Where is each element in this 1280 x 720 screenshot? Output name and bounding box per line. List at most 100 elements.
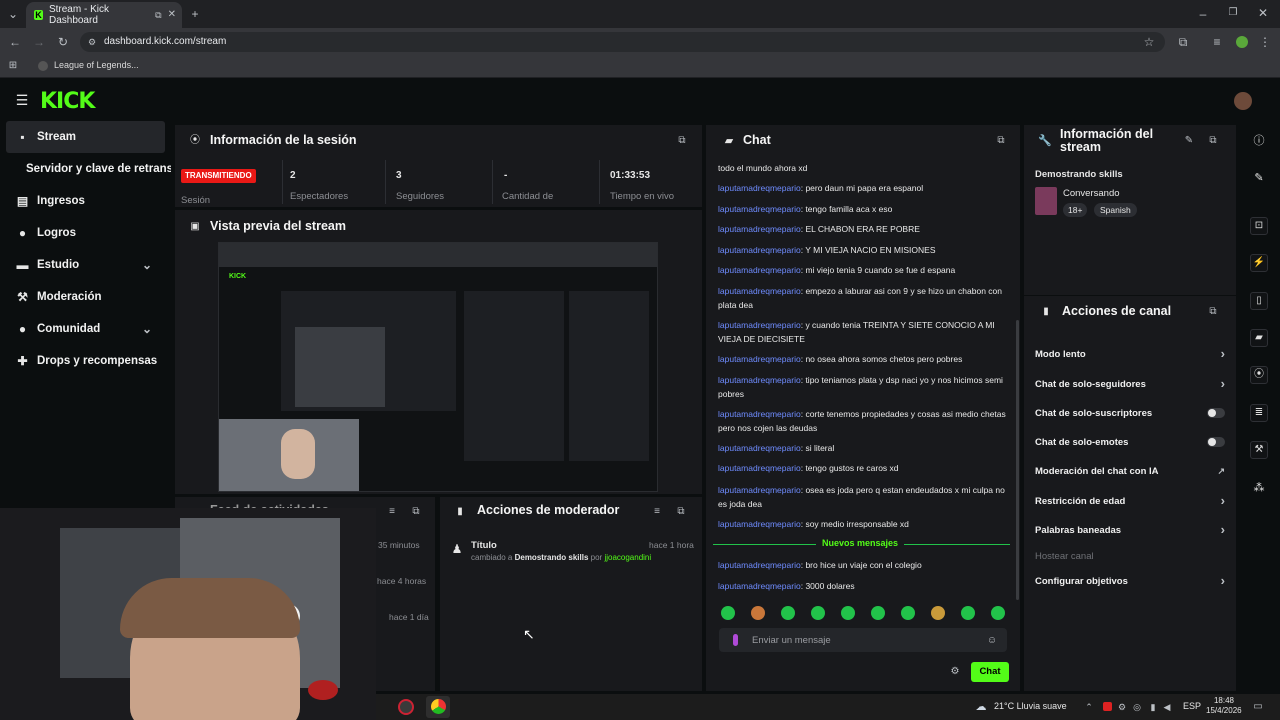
apps-grid-icon[interactable]: ⊞ — [6, 59, 20, 73]
stream-preview-video[interactable]: KICK — [218, 242, 658, 492]
filter-icon[interactable]: ≡ — [651, 505, 663, 519]
emote-icon[interactable] — [751, 606, 765, 620]
action-configurar-objetivos[interactable]: Configurar objetivos › — [1035, 572, 1225, 590]
emote-icon[interactable] — [901, 606, 915, 620]
modaction-time: hace 1 hora — [649, 540, 694, 550]
toggle-switch[interactable] — [1207, 408, 1225, 418]
profile-icon[interactable] — [1236, 36, 1248, 48]
reload-icon[interactable]: ↻ — [56, 35, 70, 49]
lightning-icon[interactable]: ⚡ — [1250, 254, 1268, 272]
sidebar-item-comunidad[interactable]: ● Comunidad ⌄ — [0, 314, 172, 344]
emote-icon[interactable] — [841, 606, 855, 620]
emoji-icon[interactable]: ☺ — [986, 634, 998, 648]
chat-scrollbar[interactable] — [1016, 320, 1019, 600]
action-moderacion-ia[interactable]: Moderación del chat con IA ↗ — [1035, 462, 1225, 480]
emote-icon[interactable] — [931, 606, 945, 620]
divider — [385, 160, 386, 204]
bookmark-star-icon[interactable]: ☆ — [1142, 35, 1156, 49]
language-indicator[interactable]: ESP — [1183, 701, 1201, 711]
kick-logo[interactable]: KICK — [40, 89, 95, 114]
tray-app-icon[interactable] — [1103, 702, 1112, 711]
tab-search-icon[interactable]: ⌄ — [6, 7, 20, 21]
wrench-icon[interactable]: ⚒ — [1250, 441, 1268, 459]
mic-icon[interactable] — [733, 634, 738, 646]
maximize-icon[interactable]: ❐ — [1226, 6, 1240, 20]
bookmark-league[interactable]: League of Legends... — [54, 60, 139, 70]
hamburger-menu-icon[interactable]: ☰ — [14, 93, 30, 107]
action-solo-seguidores[interactable]: Chat de solo-seguidores › — [1035, 375, 1225, 393]
forward-icon[interactable]: → — [32, 35, 46, 49]
tool-button-icon[interactable]: ⊡ — [1250, 217, 1268, 235]
media-icon[interactable]: ≡ — [1210, 35, 1224, 49]
sidebar-item-server-key[interactable]: Servidor y clave de retransmisión — [0, 154, 172, 184]
minimize-icon[interactable]: – — [1196, 7, 1210, 21]
chat-bubble-icon: ▰ — [724, 135, 734, 147]
send-chat-button[interactable]: Chat — [971, 662, 1009, 682]
toggle-switch[interactable] — [1207, 437, 1225, 447]
sidebar-item-estudio[interactable]: ▬ Estudio ⌄ — [0, 250, 172, 280]
sidebar-item-drops[interactable]: ✚ Drops y recompensas — [0, 346, 172, 376]
action-palabras-baneadas[interactable]: Palabras baneadas › — [1035, 521, 1225, 539]
popout-icon[interactable]: ⧉ — [1207, 134, 1219, 148]
chevron-right-icon: › — [1220, 376, 1225, 391]
chrome-icon[interactable] — [431, 699, 446, 714]
emote-icon[interactable] — [991, 606, 1005, 620]
session-title: Información de la sesión — [210, 133, 357, 147]
sidebar-item-logros[interactable]: ● Logros — [0, 218, 172, 248]
user-avatar[interactable] — [1234, 92, 1252, 110]
info-icon[interactable]: ⓘ — [1252, 134, 1266, 148]
close-window-icon[interactable]: ✕ — [1256, 6, 1270, 20]
layers-icon[interactable]: ≣ — [1250, 404, 1268, 422]
browser-tab[interactable]: K Stream - Kick Dashboard ⧉ ✕ — [26, 2, 182, 28]
broadcast-icon[interactable]: ⦿ — [1250, 366, 1268, 384]
nodes-icon[interactable]: ⁂ — [1252, 481, 1266, 495]
weather-text[interactable]: 21°C Lluvia suave — [994, 701, 1067, 711]
popout-icon[interactable]: ⧉ — [410, 505, 422, 519]
popout-icon[interactable]: ⧉ — [995, 134, 1007, 148]
emote-icon[interactable] — [721, 606, 735, 620]
kick-header — [0, 81, 1280, 121]
taskbar-app-icon[interactable] — [398, 699, 414, 715]
url-field[interactable]: dashboard.kick.com/stream — [80, 32, 1165, 52]
edit-pencil-icon[interactable]: ✎ — [1183, 134, 1195, 148]
emote-icon[interactable] — [961, 606, 975, 620]
tag-badge: Spanish — [1094, 203, 1137, 217]
tab-close-icon[interactable]: ✕ — [168, 8, 176, 22]
sidebar-item-stream[interactable]: ▪ Stream — [0, 122, 172, 152]
weather-cloud-icon: ☁ — [975, 701, 987, 713]
popout-icon[interactable]: ⧉ — [1207, 305, 1219, 319]
emote-icon[interactable] — [871, 606, 885, 620]
webcam-red-object — [308, 680, 338, 700]
browser-menu-icon[interactable]: ⋮ — [1258, 35, 1272, 49]
action-modo-lento[interactable]: Modo lento › — [1035, 345, 1225, 363]
category-name[interactable]: Conversando — [1063, 188, 1120, 199]
sidebar-item-moderacion[interactable]: ⚒ Moderación — [0, 282, 172, 312]
emote-icon[interactable] — [811, 606, 825, 620]
chat-bubble-icon[interactable]: ▰ — [1250, 329, 1268, 347]
chat-settings-gear-icon[interactable]: ⚙ — [949, 665, 961, 679]
webcam-overlay — [0, 508, 376, 720]
volume-icon[interactable]: ◀ — [1162, 700, 1172, 714]
tray-app-icon[interactable]: ⚙ — [1117, 700, 1127, 714]
extensions-icon[interactable]: ⧉ — [1176, 35, 1190, 49]
divider — [492, 160, 493, 204]
action-restriccion-edad[interactable]: Restricción de edad › — [1035, 492, 1225, 510]
edit-pencil-icon[interactable]: ✎ — [1252, 171, 1266, 185]
tray-chevron-icon[interactable]: ⌃ — [1084, 700, 1094, 714]
notifications-icon[interactable]: ▭ — [1252, 700, 1264, 714]
microphone-icon[interactable]: ▮ — [1148, 700, 1158, 714]
popout-icon[interactable]: ⧉ — [675, 134, 689, 148]
document-icon[interactable]: ▯ — [1250, 292, 1268, 310]
sidebar-item-ingresos[interactable]: ▤ Ingresos — [0, 186, 172, 216]
tray-app-icon[interactable]: ◎ — [1132, 700, 1142, 714]
clock[interactable]: 18:48 15/4/2026 — [1206, 696, 1242, 716]
chat-message: laputamadreqmepario: y cuando tenia TREI… — [718, 320, 995, 344]
tab-media-icon[interactable]: ⧉ — [155, 8, 161, 22]
popout-icon[interactable]: ⧉ — [675, 505, 687, 519]
site-info-icon[interactable]: ⚙ — [86, 35, 98, 49]
new-tab-icon[interactable]: + — [188, 7, 202, 21]
filter-icon[interactable]: ≡ — [386, 505, 398, 519]
emote-icon[interactable] — [781, 606, 795, 620]
chat-message: laputamadreqmepario: tipo teniamos plata… — [718, 375, 1003, 399]
back-icon[interactable]: ← — [8, 35, 22, 49]
